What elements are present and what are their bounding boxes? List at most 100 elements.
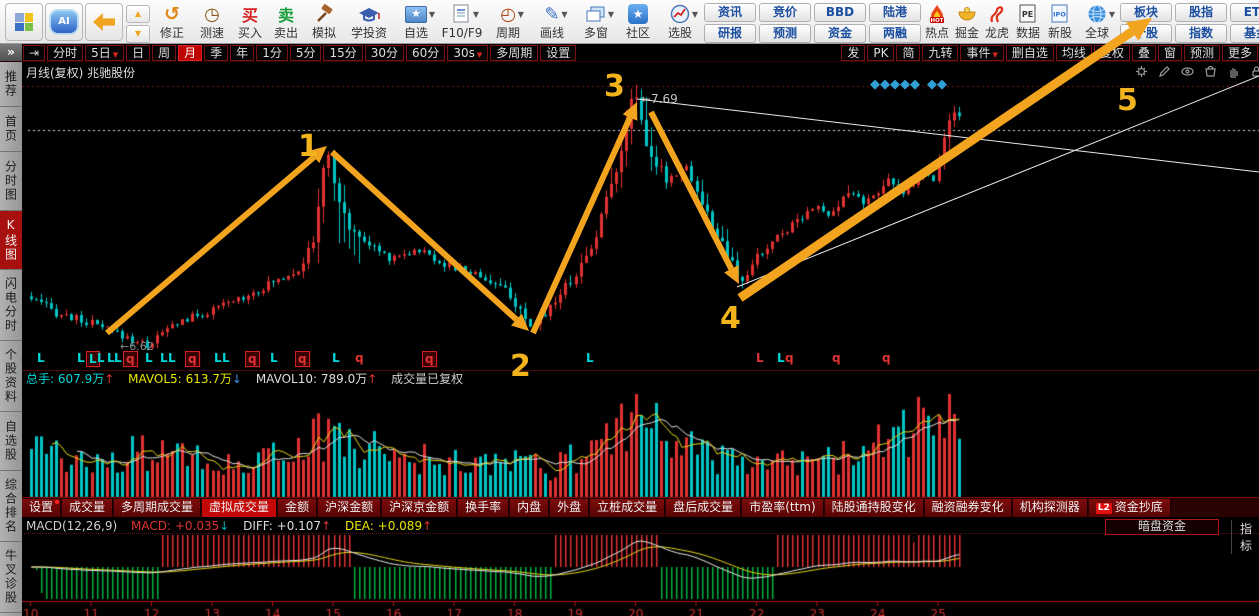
toolbar-learn-invest[interactable]: 学投资 xyxy=(344,0,394,41)
toolbar-community[interactable]: ★ 社区 xyxy=(618,0,658,41)
toolbar-period[interactable]: ◴ ▼ 周期 xyxy=(486,0,530,41)
indicator-tab-机构探测器[interactable]: 机构探测器 xyxy=(1012,499,1088,517)
chevron-down-icon[interactable]: ▼ xyxy=(993,51,998,59)
toolbar-btn-陆港[interactable]: 陆港 xyxy=(869,3,921,22)
toolbar-btn-指数[interactable]: 指数 xyxy=(1175,24,1227,43)
toolbar-btn-个股[interactable]: 个股 xyxy=(1120,24,1172,43)
chevron-down-icon[interactable]: ▼ xyxy=(692,10,698,19)
toolbar-btn-BBD[interactable]: BBD xyxy=(814,3,866,22)
indicator-tab-立桩成交量[interactable]: 立桩成交量 xyxy=(590,499,666,517)
trash-icon[interactable] xyxy=(1203,64,1218,79)
toolbar-nav-back[interactable] xyxy=(85,3,123,41)
sidebar-item-综合排名[interactable]: 综合排名 xyxy=(0,471,22,542)
period-btn-事件[interactable]: 事件 ▼ xyxy=(960,45,1004,61)
indicator-tab-金额[interactable]: 金额 xyxy=(278,499,318,517)
toolbar-speed-test[interactable]: ◷ 测速 xyxy=(192,0,232,41)
sidebar-item-首页[interactable]: 首页 xyxy=(0,107,22,152)
toolbar-btn-板块[interactable]: 板块 xyxy=(1120,3,1172,22)
toolbar-buy[interactable]: 买买入 xyxy=(232,0,268,41)
sidebar-item-个股资料[interactable]: 个股资料 xyxy=(0,341,22,412)
indicator-tab-盘后成交量[interactable]: 盘后成交量 xyxy=(666,499,742,517)
hand-icon[interactable] xyxy=(1226,64,1241,79)
period-btn-简[interactable]: 简 xyxy=(896,45,921,61)
indicator-tab-市盈率(ttm)[interactable]: 市盈率(ttm) xyxy=(742,499,824,517)
indicator-tab-外盘[interactable]: 外盘 xyxy=(550,499,590,517)
jump-latest-button[interactable]: ⇥ xyxy=(23,45,46,61)
period-btn-月[interactable]: 月 xyxy=(178,45,203,61)
toolbar-btn-ETF[interactable]: ETF xyxy=(1230,3,1259,22)
period-btn-15分[interactable]: 15分 xyxy=(323,45,363,61)
toolbar-btn-资金[interactable]: 资金 xyxy=(814,24,866,43)
period-btn-预测[interactable]: 预测 xyxy=(1183,45,1220,61)
period-btn-九转[interactable]: 九转 xyxy=(922,45,959,61)
indicator-tab-沪深金额[interactable]: 沪深金额 xyxy=(318,499,382,517)
period-btn-均线[interactable]: 均线 xyxy=(1055,45,1092,61)
toolbar-hot-spot[interactable]: HOT 热点 xyxy=(922,0,952,41)
sidebar-item-牛叉诊股[interactable]: 牛叉诊股 xyxy=(0,542,22,613)
sidebar-item-K线图[interactable]: K线图 xyxy=(0,211,22,270)
indicator-panel-button[interactable]: 指标 xyxy=(1231,520,1259,554)
period-btn-更多[interactable]: 更多 xyxy=(1221,45,1258,61)
sidebar-item-闪电分时[interactable]: 闪电分时 xyxy=(0,270,22,341)
indicator-tab-多周期成交量[interactable]: 多周期成交量 xyxy=(114,499,202,517)
indicator-tab-内盘[interactable]: 内盘 xyxy=(510,499,550,517)
indicator-tab-资金抄底[interactable]: L2 资金抄底 xyxy=(1088,499,1171,517)
toolbar-dragon-tiger[interactable]: 龙虎 xyxy=(982,0,1012,41)
chevron-down-icon[interactable]: ▼ xyxy=(113,51,118,59)
toolbar-correction[interactable]: ↺ 修正 xyxy=(152,0,192,41)
toolbar-gold-dig[interactable]: 掘金 xyxy=(952,0,982,41)
toolbar-simulate[interactable]: 模拟 xyxy=(304,0,344,41)
toolbar-btn-预测[interactable]: 预测 xyxy=(759,24,811,43)
sidebar-item-分时图[interactable]: 分时图 xyxy=(0,152,22,211)
indicator-tab-换手率[interactable]: 换手率 xyxy=(458,499,510,517)
toolbar-f10-f9[interactable]: ▼ F10/F9 xyxy=(438,0,486,41)
period-btn-30分[interactable]: 30分 xyxy=(364,45,405,61)
period-btn-多周期[interactable]: 多周期 xyxy=(490,45,539,61)
toolbar-sell[interactable]: 卖卖出 xyxy=(268,0,304,41)
chevron-down-icon[interactable]: ▼ xyxy=(429,10,435,19)
period-btn-5分[interactable]: 5分 xyxy=(289,45,322,61)
toolbar-ai-assistant[interactable]: AI xyxy=(45,3,83,41)
period-btn-窗[interactable]: 窗 xyxy=(1157,45,1182,61)
chevron-down-icon[interactable]: ▼ xyxy=(561,10,567,19)
sidebar-item-推荐[interactable]: 推荐 xyxy=(0,62,22,107)
period-btn-发[interactable]: 发 xyxy=(841,45,866,61)
dark-pool-funds-button[interactable]: 暗盘资金 xyxy=(1105,519,1219,535)
toolbar-watchlist[interactable]: ★ ▼ 自选 xyxy=(394,0,438,41)
lock-icon[interactable] xyxy=(1249,64,1259,79)
period-btn-周[interactable]: 周 xyxy=(152,45,177,61)
indicator-tab-融资融券变化[interactable]: 融资融券变化 xyxy=(924,499,1012,517)
period-btn-分时[interactable]: 分时 xyxy=(47,45,84,61)
chevron-down-icon[interactable]: ▼ xyxy=(608,10,614,19)
period-btn-日[interactable]: 日 xyxy=(126,45,151,61)
toolbar-data[interactable]: PE 数据 xyxy=(1012,0,1044,41)
toolbar-btn-两融[interactable]: 两融 xyxy=(869,24,921,43)
toolbar-scroll-up-down[interactable]: ▲ ▼ xyxy=(124,0,152,43)
toolbar-new-shares[interactable]: IPO 新股 xyxy=(1044,0,1076,41)
sidebar-expand-button[interactable]: » xyxy=(0,44,22,61)
toolbar-btn-竞价[interactable]: 竞价 xyxy=(759,3,811,22)
toolbar-stock-pick[interactable]: ▼ 选股 xyxy=(658,0,702,41)
period-btn-叠[interactable]: 叠 xyxy=(1131,45,1156,61)
period-btn-年[interactable]: 年 xyxy=(230,45,255,61)
chevron-down-icon[interactable]: ▼ xyxy=(1109,10,1115,19)
eye-icon[interactable] xyxy=(1180,64,1195,79)
toolbar-global[interactable]: ▼ 全球 xyxy=(1076,0,1118,41)
pencil-icon[interactable] xyxy=(1157,64,1172,79)
period-btn-30s[interactable]: 30s ▼ xyxy=(447,45,489,61)
period-btn-60分[interactable]: 60分 xyxy=(406,45,446,61)
chevron-down-icon[interactable]: ▼ xyxy=(518,10,524,19)
toolbar-btn-研报[interactable]: 研报 xyxy=(704,24,756,43)
toolbar-app-logo[interactable] xyxy=(5,3,43,41)
period-btn-复权[interactable]: 复权 xyxy=(1093,45,1130,61)
indicator-tab-成交量[interactable]: 成交量 xyxy=(62,499,114,517)
toolbar-draw-line[interactable]: ✎ ▼ 画线 xyxy=(530,0,574,41)
toolbar-btn-基金[interactable]: 基金 xyxy=(1230,24,1259,43)
chevron-down-icon[interactable]: ▼ xyxy=(473,10,479,19)
sidebar-item-自选股[interactable]: 自选股 xyxy=(0,412,22,471)
period-btn-5日[interactable]: 5日 ▼ xyxy=(85,45,125,61)
gear-icon[interactable] xyxy=(1134,64,1149,79)
chevron-down-icon[interactable]: ▼ xyxy=(477,51,482,59)
toolbar-btn-资讯[interactable]: 资讯 xyxy=(704,3,756,22)
period-btn-删自选[interactable]: 删自选 xyxy=(1005,45,1054,61)
